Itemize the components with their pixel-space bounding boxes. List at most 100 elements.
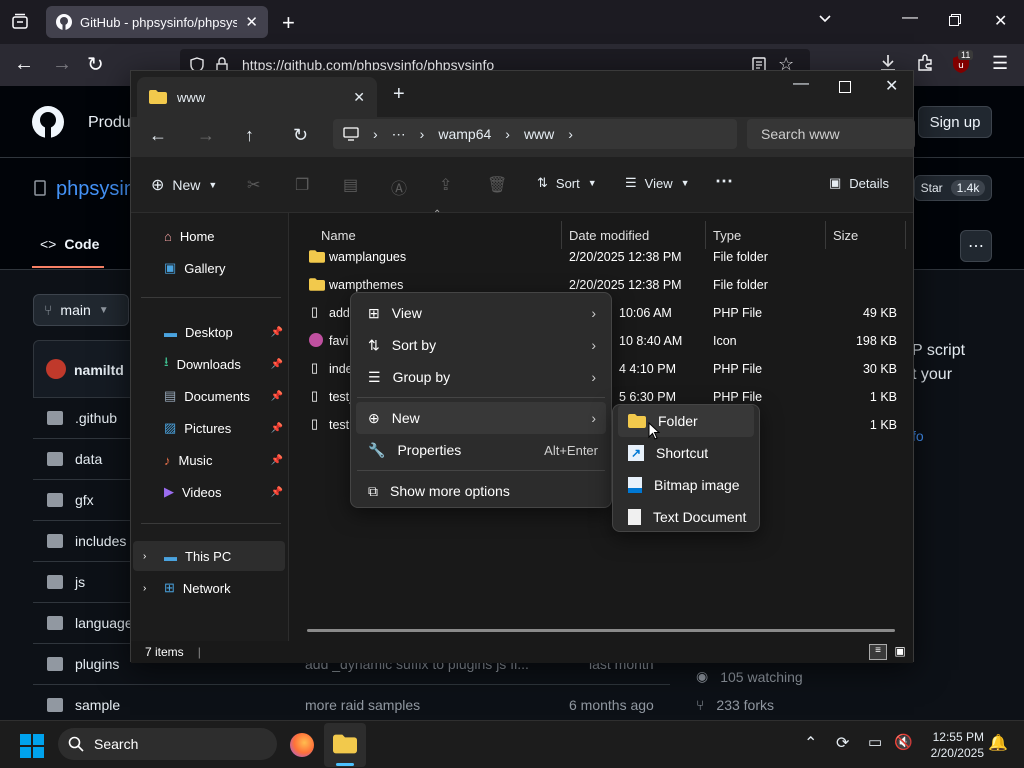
file-row[interactable]: sample more raid samples 6 months ago bbox=[33, 684, 670, 725]
close-tab-icon[interactable]: ✕ bbox=[353, 89, 365, 106]
menu-item-sort-by[interactable]: ⇅ Sort by › bbox=[356, 329, 606, 361]
sidebar-item-documents[interactable]: ▤ Documents 📌 bbox=[131, 381, 287, 411]
browser-tab-active[interactable]: GitHub - phpsysinfo/phpsysinfo ✕ bbox=[46, 6, 268, 38]
file-name[interactable]: language bbox=[75, 615, 133, 631]
file-name[interactable]: data bbox=[75, 451, 102, 467]
more-options-icon[interactable]: ⋯ bbox=[715, 171, 733, 192]
sidebar-item-this-pc[interactable]: › ▬ This PC bbox=[133, 541, 285, 571]
pin-icon[interactable]: 📌 bbox=[271, 455, 283, 466]
notification-bell-icon[interactable]: 🔔 bbox=[988, 733, 1008, 753]
search-input[interactable]: Search www bbox=[747, 119, 915, 149]
sidebar-item-downloads[interactable]: ⭳ Downloads 📌 bbox=[131, 349, 287, 379]
new-tab-icon[interactable]: + bbox=[282, 10, 295, 36]
avatar[interactable] bbox=[46, 359, 66, 379]
menu-item-show-more-options[interactable]: ⧉ Show more options bbox=[356, 475, 606, 507]
forward-icon[interactable]: → bbox=[197, 125, 215, 146]
sidebar-item-gallery[interactable]: ▣ Gallery bbox=[131, 253, 287, 283]
up-icon[interactable]: ↑ bbox=[245, 125, 254, 146]
reload-icon[interactable]: ↻ bbox=[87, 52, 104, 77]
sidebar-item-music[interactable]: ♪ Music 📌 bbox=[131, 445, 287, 475]
horizontal-scrollbar[interactable] bbox=[307, 629, 895, 632]
sign-up-button[interactable]: Sign up bbox=[918, 106, 992, 138]
pin-icon[interactable]: 📌 bbox=[271, 359, 283, 370]
cut-icon[interactable]: ✂ bbox=[247, 175, 260, 195]
watching-stat[interactable]: ◉ 105 watching bbox=[696, 668, 803, 685]
pin-icon[interactable]: 📌 bbox=[271, 487, 283, 498]
restore-window-icon[interactable] bbox=[949, 14, 961, 26]
details-view-icon[interactable]: ≡ bbox=[869, 644, 887, 660]
firefox-taskbar-icon[interactable] bbox=[290, 733, 314, 757]
menu-item-properties[interactable]: 🔧 Properties Alt+Enter bbox=[356, 434, 606, 466]
file-name[interactable]: sample bbox=[75, 697, 120, 713]
file-name[interactable]: .github bbox=[75, 410, 117, 426]
submenu-item-bitmap[interactable]: Bitmap image bbox=[618, 469, 754, 501]
more-options-button[interactable]: ⋯ bbox=[960, 230, 992, 262]
expand-chevron-icon[interactable]: › bbox=[143, 583, 146, 594]
repo-name-link[interactable]: phpsysin bbox=[56, 178, 135, 201]
menu-item-view[interactable]: ⊞ View › bbox=[356, 297, 606, 329]
file-name[interactable]: js bbox=[75, 574, 85, 590]
menu-hamburger-icon[interactable]: ☰ bbox=[992, 53, 1008, 74]
sidebar-item-home[interactable]: ⌂ Home bbox=[131, 221, 287, 251]
close-window-icon[interactable]: ✕ bbox=[994, 11, 1007, 31]
expand-chevron-icon[interactable]: › bbox=[143, 551, 146, 562]
commit-message[interactable]: more raid samples bbox=[305, 697, 420, 713]
file-name[interactable]: includes bbox=[75, 533, 126, 549]
pin-icon[interactable]: 📌 bbox=[271, 327, 283, 338]
explorer-taskbar-button[interactable] bbox=[324, 723, 366, 767]
sidebar-item-videos[interactable]: ▶ Videos 📌 bbox=[131, 477, 287, 507]
new-button[interactable]: ⊕ New ▼ bbox=[151, 175, 217, 195]
menu-item-new[interactable]: ⊕ New › bbox=[356, 402, 606, 434]
clock[interactable]: 12:55 PM 2/20/2025 bbox=[918, 729, 984, 761]
volume-muted-icon[interactable]: 🔇 bbox=[894, 733, 913, 751]
tiles-view-icon[interactable]: ▣ bbox=[891, 644, 909, 660]
details-button[interactable]: ▣ Details bbox=[829, 175, 889, 191]
share-icon[interactable]: ⇪ bbox=[439, 175, 452, 195]
delete-icon[interactable]: 🗑 bbox=[487, 175, 507, 195]
sort-button[interactable]: ⇅ Sort ▼ bbox=[537, 175, 597, 191]
refresh-icon[interactable]: ↻ bbox=[293, 125, 308, 146]
sidebar-item-desktop[interactable]: ▬ Desktop 📌 bbox=[131, 317, 287, 347]
submenu-item-shortcut[interactable]: ↗ Shortcut bbox=[618, 437, 754, 469]
nav-product-link[interactable]: Produ bbox=[88, 114, 131, 132]
breadcrumb-wamp64[interactable]: wamp64 bbox=[438, 126, 491, 142]
explorer-tab-active[interactable]: www ✕ bbox=[137, 77, 377, 117]
back-icon[interactable]: ← bbox=[149, 125, 167, 146]
chevron-right-icon[interactable]: › bbox=[568, 126, 573, 142]
minimize-window-icon[interactable]: — bbox=[902, 9, 918, 27]
forward-icon[interactable]: → bbox=[52, 53, 72, 76]
branch-select-button[interactable]: ⑂ main ▼ bbox=[33, 294, 129, 326]
rename-icon[interactable]: Ⓐ bbox=[391, 175, 407, 199]
back-icon[interactable]: ← bbox=[14, 53, 34, 76]
taskbar-search[interactable]: Search bbox=[58, 728, 277, 760]
breadcrumb-www[interactable]: www bbox=[524, 126, 554, 142]
commit-author[interactable]: namiltd bbox=[74, 362, 124, 378]
new-tab-icon[interactable]: + bbox=[393, 83, 405, 106]
address-bar[interactable]: › ⋯ › wamp64 › www › bbox=[333, 119, 737, 149]
file-row[interactable]: wamplangues 2/20/2025 12:38 PM File fold… bbox=[299, 243, 907, 271]
star-button[interactable]: Star 1.4k bbox=[914, 175, 992, 201]
forks-stat[interactable]: ⑂ 233 forks bbox=[696, 697, 774, 713]
close-window-icon[interactable]: ✕ bbox=[885, 76, 898, 96]
pin-icon[interactable]: 📌 bbox=[271, 391, 283, 402]
github-logo-icon[interactable] bbox=[32, 106, 64, 138]
maximize-window-icon[interactable] bbox=[839, 81, 851, 93]
sync-icon[interactable]: ⟳ bbox=[836, 733, 849, 753]
minimize-window-icon[interactable]: — bbox=[793, 75, 809, 93]
paste-icon[interactable]: ▤ bbox=[343, 175, 358, 195]
file-name[interactable]: plugins bbox=[75, 656, 119, 672]
menu-item-group-by[interactable]: ☰ Group by › bbox=[356, 361, 606, 393]
submenu-item-folder[interactable]: Folder bbox=[618, 405, 754, 437]
close-tab-icon[interactable]: ✕ bbox=[245, 13, 258, 31]
submenu-item-text-document[interactable]: Text Document bbox=[618, 501, 754, 533]
sidebar-item-network[interactable]: › ⊞ Network bbox=[131, 573, 287, 603]
display-icon[interactable]: ▭ bbox=[868, 733, 882, 751]
windows-start-icon[interactable] bbox=[20, 734, 44, 758]
pin-icon[interactable]: 📌 bbox=[271, 423, 283, 434]
sidebar-item-pictures[interactable]: ▨ Pictures 📌 bbox=[131, 413, 287, 443]
list-tabs-chevron-icon[interactable] bbox=[818, 12, 832, 26]
show-hidden-icons-chevron-icon[interactable]: ⌃ bbox=[804, 733, 817, 753]
file-name[interactable]: gfx bbox=[75, 492, 94, 508]
copy-icon[interactable]: ❐ bbox=[295, 175, 309, 195]
code-tab[interactable]: <> Code bbox=[40, 236, 99, 252]
